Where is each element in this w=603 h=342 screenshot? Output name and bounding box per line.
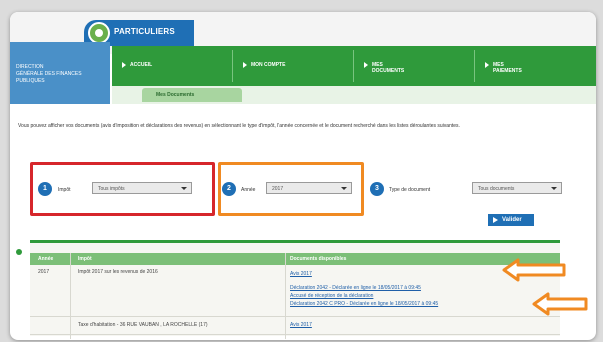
chevron-right-icon [364, 62, 368, 68]
document-link[interactable]: Avis 2017 [290, 322, 312, 329]
sub-navigation: Mes Documents [112, 86, 596, 104]
header-documents: Documents disponibles [290, 256, 347, 262]
nav-item-mes-paiements[interactable]: MES PAIEMENTS [475, 46, 595, 86]
document-link[interactable]: Accusé de réception de la déclaration [290, 293, 373, 300]
step-3-badge: 3 [370, 182, 384, 196]
document-type-value: Tous documents [478, 186, 515, 192]
dropdown-caret-icon [551, 187, 557, 190]
table-row: Taxe d'habitation - 36 RUE VAUBAN , LA R… [30, 317, 560, 335]
step-1-badge: 1 [38, 182, 52, 196]
row-tax: Impôt 2017 sur les revenus de 2016 [78, 269, 158, 275]
particuliers-label: PARTICULIERS [114, 27, 175, 36]
section-bullet-icon [16, 249, 22, 255]
validate-button[interactable]: Valider [488, 214, 534, 226]
step-2-badge: 2 [222, 182, 236, 196]
annotation-arrow-icon [532, 292, 588, 316]
chevron-right-icon [485, 62, 489, 68]
nav-label: MON COMPTE [251, 62, 286, 68]
document-link[interactable]: Déclaration 2042 - Déclarée en ligne le … [290, 285, 421, 292]
row-year: 2017 [38, 269, 50, 275]
header-year: Année [38, 256, 54, 262]
document-link[interactable]: Déclaration 2042 C PRO - Déclarée en lig… [290, 301, 438, 308]
tax-label: Impôt [58, 187, 71, 193]
header-tax: Impôt [78, 256, 92, 262]
tab-mes-documents[interactable]: Mes Documents [142, 88, 242, 102]
brand-logo-icon [88, 22, 110, 44]
org-line: GÉNÉRALE DES FINANCES [16, 71, 82, 77]
row-tax: Taxe d'habitation - 36 RUE VAUBAN , LA R… [78, 322, 208, 328]
nav-item-mes-documents[interactable]: MES DOCUMENTS [354, 46, 474, 86]
validate-label: Valider [502, 217, 522, 223]
documents-table: Année Impôt Documents disponibles 2017 I… [16, 240, 560, 339]
tax-select[interactable]: Tous impôts [92, 182, 192, 194]
nav-item-accueil[interactable]: ACCUEIL [112, 46, 232, 86]
chevron-right-icon [243, 62, 247, 68]
table-header: Année Impôt Documents disponibles [30, 253, 560, 265]
document-type-label: Type de document [389, 187, 431, 193]
nav-label: ACCUEIL [130, 62, 153, 68]
org-line: DIRECTION [16, 64, 44, 70]
main-navigation: ACCUEIL MON COMPTE MES DOCUMENTS MES PAI… [112, 46, 596, 86]
document-type-select[interactable]: Tous documents [472, 182, 562, 194]
organization-block: DIRECTION GÉNÉRALE DES FINANCES PUBLIQUE… [10, 42, 110, 104]
year-label: Année [241, 187, 256, 193]
play-icon [493, 217, 498, 223]
dropdown-caret-icon [181, 187, 187, 190]
annotation-arrow-icon [502, 258, 566, 282]
year-select-value: 2017 [272, 186, 284, 192]
nav-label: MES PAIEMENTS [493, 62, 522, 74]
chevron-right-icon [122, 62, 126, 68]
table-row: 2017 Impôt 2017 sur les revenus de 2016 … [30, 265, 560, 317]
browser-content-frame: PARTICULIERS DIRECTION GÉNÉRALE DES FINA… [10, 12, 596, 340]
intro-text: Vous pouvez afficher vos documents (avis… [18, 123, 460, 129]
tax-select-value: Tous impôts [98, 186, 125, 192]
dropdown-caret-icon [341, 187, 347, 190]
document-link[interactable]: Avis 2017 [290, 271, 312, 278]
org-line: PUBLIQUES [16, 78, 45, 84]
nav-item-mon-compte[interactable]: MON COMPTE [233, 46, 353, 86]
year-select[interactable]: 2017 [266, 182, 352, 194]
nav-label: MES DOCUMENTS [372, 62, 405, 74]
